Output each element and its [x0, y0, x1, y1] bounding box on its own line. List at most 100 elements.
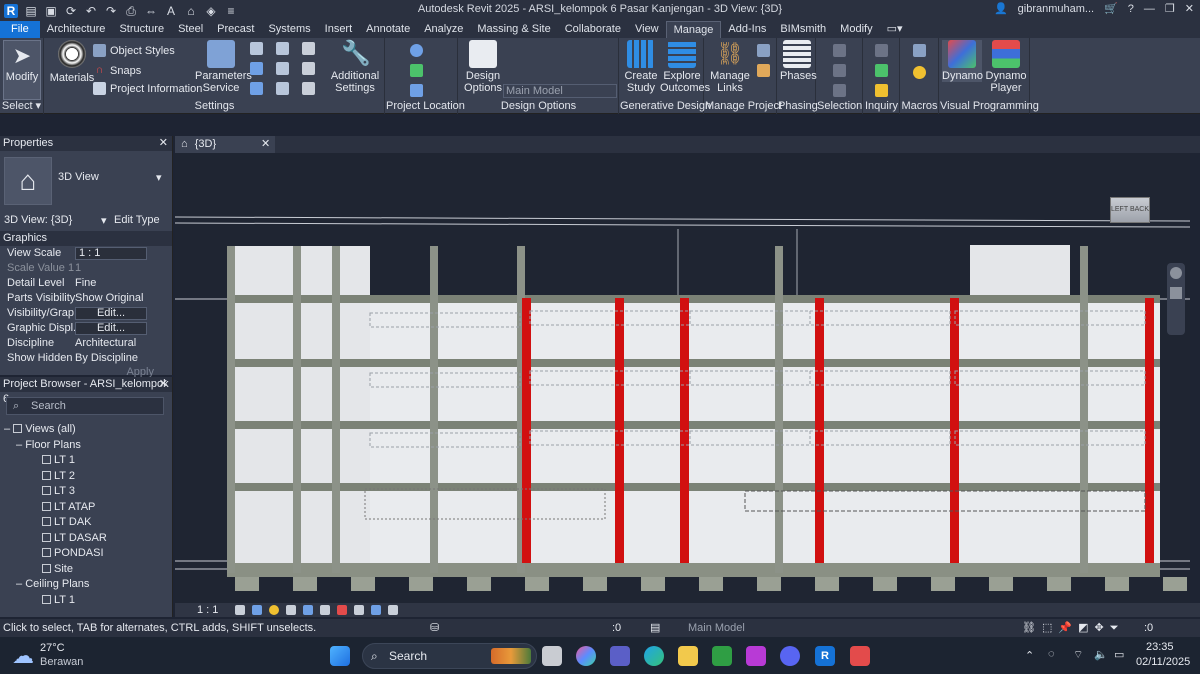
print-icon[interactable]: ⎙	[124, 4, 138, 18]
start-icon[interactable]	[330, 646, 350, 666]
file-explorer-icon[interactable]	[678, 646, 698, 666]
navigation-bar[interactable]	[1167, 263, 1185, 335]
tab-systems[interactable]: Systems	[261, 21, 317, 38]
vpn-icon[interactable]: ◌	[1048, 648, 1055, 660]
revit-logo-icon[interactable]: R	[4, 3, 18, 18]
additional-settings-button[interactable]: 🔧 Additional Settings	[327, 40, 383, 94]
location-icon[interactable]	[410, 44, 423, 57]
tree-floor-plan-item[interactable]: LT 2	[4, 469, 160, 485]
transfer-standards-icon[interactable]	[302, 42, 315, 55]
position-icon[interactable]	[410, 84, 423, 97]
snaps-button[interactable]: ∩ Snaps	[93, 64, 142, 77]
drawing-canvas[interactable]: LEFT BACK	[175, 153, 1190, 603]
global-parameters-icon[interactable]	[276, 42, 289, 55]
redo-icon[interactable]: ↷	[104, 4, 118, 18]
tree-floor-plan-item[interactable]: LT DAK	[4, 515, 160, 531]
weather-icon[interactable]: ☁	[12, 643, 34, 669]
property-row[interactable]: Visibility/Grap...Edit...	[0, 306, 172, 321]
property-row[interactable]: Scale Value 1: 1	[0, 261, 172, 276]
design-options-button[interactable]: Design Options	[463, 40, 503, 94]
tab-structure[interactable]: Structure	[112, 21, 171, 38]
close-button[interactable]: ✕	[1185, 2, 1194, 15]
phases-button[interactable]: Phases	[780, 40, 817, 82]
tree-ceiling-plan-item[interactable]: LT 1	[4, 593, 160, 609]
project-parameters-icon[interactable]	[250, 62, 263, 75]
view-scale[interactable]: 1 : 1	[197, 603, 218, 617]
tab-bimsmith[interactable]: BIMsmith	[773, 21, 833, 38]
analytical-model-icon[interactable]	[388, 605, 398, 615]
tree-floor-plan-item[interactable]: PONDASI	[4, 546, 160, 562]
section-icon[interactable]: ◈	[204, 4, 218, 18]
task-view-icon[interactable]	[542, 646, 562, 666]
revit-taskbar-icon[interactable]: R	[815, 646, 835, 666]
property-value[interactable]: Architectural	[75, 336, 172, 351]
tab-add-ins[interactable]: Add-Ins	[721, 21, 773, 38]
collapse-icon[interactable]: –	[16, 439, 25, 451]
shared-parameters-icon[interactable]	[250, 42, 263, 55]
warnings-icon[interactable]	[875, 84, 888, 97]
property-value[interactable]: Fine	[75, 276, 172, 291]
measure-icon[interactable]: ⇔	[144, 4, 158, 18]
instance-selector[interactable]: 3D View: {3D}	[4, 214, 72, 226]
app-icon[interactable]	[746, 646, 766, 666]
temporary-hide-icon[interactable]	[337, 605, 347, 615]
ribbon-options-icon[interactable]: ▭▾	[880, 21, 910, 38]
tab-annotate[interactable]: Annotate	[359, 21, 417, 38]
select-by-face-icon[interactable]: ◩	[1078, 619, 1088, 637]
property-row[interactable]: Graphic Displ... Edit...	[0, 321, 172, 336]
macro-manager-icon[interactable]	[913, 44, 926, 57]
parameters-service-button[interactable]: Parameters Service	[195, 40, 252, 94]
edge-icon[interactable]	[644, 646, 664, 666]
property-row[interactable]: Detail Level Fine	[0, 276, 172, 291]
drag-elements-icon[interactable]: ✥	[1094, 619, 1103, 637]
tree-floor-plan-item[interactable]: LT ATAP	[4, 500, 160, 516]
structural-settings-icon[interactable]	[250, 82, 263, 95]
property-value[interactable]: 1	[75, 261, 172, 276]
design-options-icon[interactable]: ▤	[650, 619, 660, 637]
zoom-icon[interactable]	[1170, 287, 1182, 299]
select-by-id-icon[interactable]	[875, 64, 888, 77]
minimize-button[interactable]: —	[1144, 3, 1155, 15]
reveal-hidden-icon[interactable]	[354, 605, 364, 615]
tab-file[interactable]: File	[0, 21, 40, 38]
design-option-select[interactable]: Main Model	[503, 84, 617, 98]
tree-views-all[interactable]: – Views (all)	[4, 422, 160, 438]
tab-collaborate[interactable]: Collaborate	[558, 21, 628, 38]
sync-icon[interactable]: ⟳	[64, 4, 78, 18]
starting-view-icon[interactable]	[757, 44, 770, 57]
worksets-icon[interactable]: ⛁	[430, 619, 439, 637]
tab-precast[interactable]: Precast	[210, 21, 261, 38]
property-row[interactable]: Parts Visibility Show Original	[0, 291, 172, 306]
teams-icon[interactable]	[610, 646, 630, 666]
tab-manage[interactable]: Manage	[665, 21, 722, 38]
project-information-button[interactable]: Project Information	[93, 82, 202, 95]
browser-search-input[interactable]: ⌕ Search	[6, 397, 164, 415]
modify-button[interactable]: ➤ Modify	[3, 40, 41, 100]
dynamo-player-button[interactable]: Dynamo Player	[984, 40, 1028, 94]
property-row[interactable]: Show Hidden ...By Discipline	[0, 351, 172, 366]
materials-button[interactable]: Materials	[49, 40, 95, 84]
property-value[interactable]: Show Original	[75, 291, 172, 306]
volume-icon[interactable]: 🔈	[1094, 648, 1108, 661]
pdf-icon[interactable]	[850, 646, 870, 666]
thin-lines-icon[interactable]: ≡	[224, 4, 238, 18]
panel-schedule-icon[interactable]	[302, 82, 315, 95]
select-pinned-icon[interactable]: 📌	[1058, 619, 1072, 637]
edit-button[interactable]: Edit...	[75, 322, 147, 335]
object-styles-button[interactable]: Object Styles	[93, 44, 175, 57]
tree-floor-plan-item[interactable]: LT 1	[4, 453, 160, 469]
user-name[interactable]: gibranmuham...	[1018, 3, 1094, 15]
create-study-button[interactable]: Create Study	[622, 40, 660, 94]
tab-steel[interactable]: Steel	[171, 21, 210, 38]
tab-massing-site[interactable]: Massing & Site	[470, 21, 557, 38]
view-tab-3d[interactable]: ⌂ {3D} ✕	[175, 136, 275, 153]
rendering-icon[interactable]	[303, 605, 313, 615]
select-links-icon[interactable]: ⛓	[1022, 619, 1036, 637]
tree-ceiling-plans[interactable]: – Ceiling Plans	[4, 577, 160, 593]
edit-selection-icon[interactable]	[833, 84, 846, 97]
purge-unused-icon[interactable]	[276, 62, 289, 75]
close-icon[interactable]: ✕	[159, 136, 168, 151]
dynamo-button[interactable]: Dynamo	[942, 40, 983, 82]
weather-temp[interactable]: 27°C	[40, 642, 65, 654]
clock-date[interactable]: 02/11/2025	[1136, 656, 1190, 668]
